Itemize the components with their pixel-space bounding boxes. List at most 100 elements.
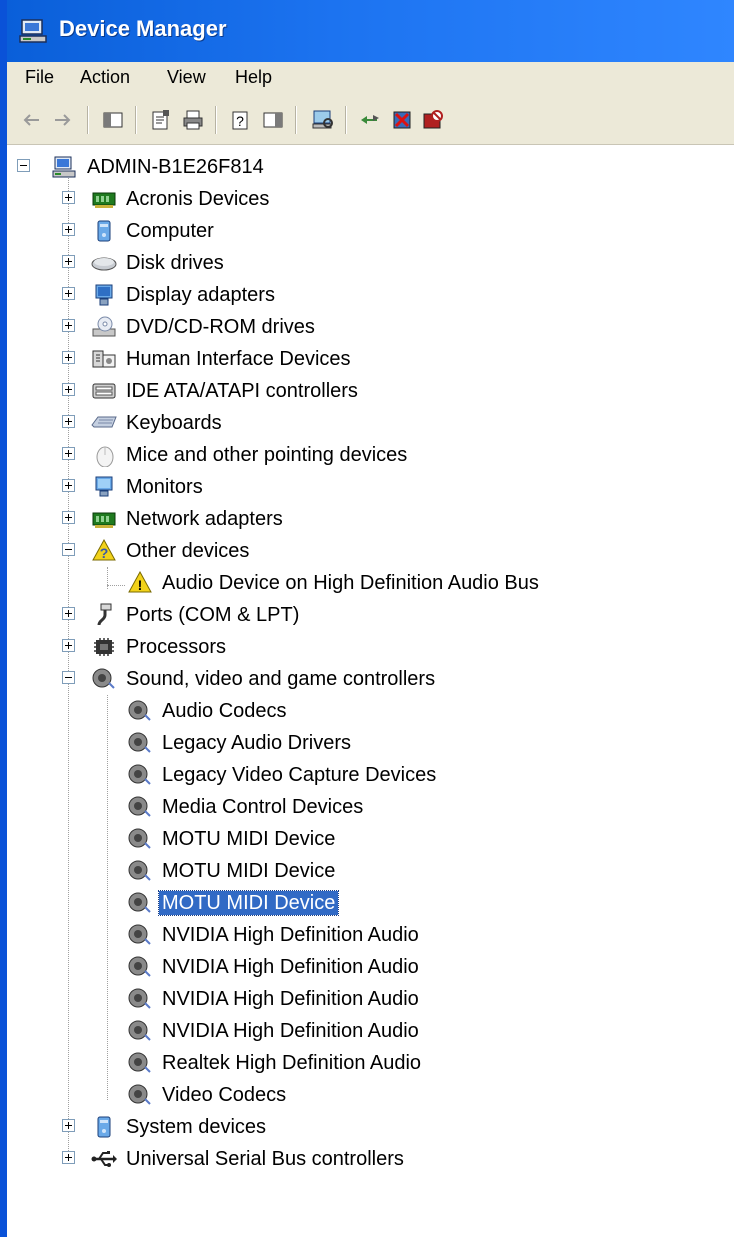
system-devices-icon [97,1116,111,1138]
toolbar-separator [215,106,217,134]
menu-help[interactable]: Help [235,67,272,88]
toolbar-separator [135,106,137,134]
expand-toggle[interactable] [62,607,75,620]
properties-icon[interactable] [149,108,173,132]
menu-action[interactable]: Action [80,67,130,88]
tree-item-audio-codecs[interactable]: Audio Codecs [7,695,727,727]
expand-toggle[interactable] [62,511,75,524]
mouse-icon [96,446,114,467]
forward-arrow-icon[interactable] [51,108,75,132]
tree-item-label-selected: MOTU MIDI Device [157,890,340,916]
tree-item-mice[interactable]: Mice and other pointing devices [7,439,727,471]
device-tree[interactable]: ADMIN-B1E26F814 Acronis Devices Computer… [7,145,734,1237]
tree-item-label: Disk drives [126,252,224,274]
tree-item-processors[interactable]: Processors [7,631,727,663]
expand-toggle[interactable] [62,383,75,396]
window-title: Device Manager [59,16,227,41]
expand-toggle[interactable] [62,319,75,332]
tree-item-other-devices[interactable]: ? Other devices [7,535,727,567]
expand-toggle[interactable] [62,191,75,204]
scan-hardware-icon[interactable] [311,108,335,132]
tree-item-system-devices[interactable]: System devices [7,1111,727,1143]
collapse-toggle[interactable] [62,671,75,684]
tree-item-computer[interactable]: Computer [7,215,727,247]
tree-item-ports[interactable]: Ports (COM & LPT) [7,599,727,631]
uninstall-icon[interactable] [391,108,415,132]
menu-view[interactable]: View [167,67,206,88]
print-icon[interactable] [181,108,205,132]
speaker-icon [128,892,151,913]
menu-file[interactable]: File [25,67,54,88]
tree-item-ide-controllers[interactable]: IDE ATA/ATAPI controllers [7,375,727,407]
tree-item-network-adapters[interactable]: Network adapters [7,503,727,535]
tree-item-motu-midi-3-selected[interactable]: MOTU MIDI Device [7,887,727,919]
speaker-icon [128,764,151,785]
title-bar[interactable]: Device Manager [7,0,734,62]
update-driver-icon[interactable] [359,108,383,132]
network-adapter-icon [92,512,116,528]
tree-item-label: NVIDIA High Definition Audio [162,924,419,946]
tree-item-video-codecs[interactable]: Video Codecs [7,1079,727,1111]
tree-item-disk-drives[interactable]: Disk drives [7,247,727,279]
tree-item-motu-midi-1[interactable]: MOTU MIDI Device [7,823,727,855]
tree-item-label: Other devices [126,540,250,562]
tree-item-label: Video Codecs [162,1084,287,1106]
collapse-toggle[interactable] [62,543,75,556]
svg-text:!: ! [138,577,143,593]
back-arrow-icon[interactable] [19,108,43,132]
expand-toggle[interactable] [62,479,75,492]
tree-root[interactable]: ADMIN-B1E26F814 [7,151,727,183]
tree-item-audio-device-hd-bus[interactable]: ! Audio Device on High Definition Audio … [7,567,727,599]
tree-item-label: MOTU MIDI Device [162,828,336,850]
show-hide-action-pane-icon[interactable] [261,108,285,132]
tree-item-media-control[interactable]: Media Control Devices [7,791,727,823]
expand-toggle[interactable] [62,639,75,652]
tree-item-acronis[interactable]: Acronis Devices [7,183,727,215]
tree-item-label: Realtek High Definition Audio [162,1052,422,1074]
tree-item-label: Computer [126,220,214,242]
monitor-icon [95,476,113,497]
device-manager-icon [19,19,47,43]
tree-item-usb-controllers[interactable]: Universal Serial Bus controllers [7,1143,727,1175]
tree-item-label: Sound, video and game controllers [126,668,436,690]
usb-icon [91,1151,117,1167]
tree-item-monitors[interactable]: Monitors [7,471,727,503]
tree-item-nvidia-hda-4[interactable]: NVIDIA High Definition Audio [7,1015,727,1047]
expand-toggle[interactable] [62,255,75,268]
tree-item-hid[interactable]: Human Interface Devices [7,343,727,375]
tree-item-label: Display adapters [126,284,275,306]
collapse-toggle[interactable] [17,159,30,172]
expand-toggle[interactable] [62,415,75,428]
expand-toggle[interactable] [62,447,75,460]
tree-item-label: Ports (COM & LPT) [126,604,300,626]
tree-item-nvidia-hda-2[interactable]: NVIDIA High Definition Audio [7,951,727,983]
tree-item-nvidia-hda-1[interactable]: NVIDIA High Definition Audio [7,919,727,951]
expand-toggle[interactable] [62,1119,75,1132]
tree-item-label: Audio Device on High Definition Audio Bu… [162,572,539,594]
tree-item-motu-midi-2[interactable]: MOTU MIDI Device [7,855,727,887]
tree-item-sound-video-game[interactable]: Sound, video and game controllers [7,663,727,695]
expand-toggle[interactable] [62,223,75,236]
expand-toggle[interactable] [62,351,75,364]
port-connector-icon [97,603,112,626]
speaker-icon [128,924,151,945]
speaker-icon [128,828,151,849]
tree-root-label: ADMIN-B1E26F814 [87,156,264,178]
tree-item-dvd-drives[interactable]: DVD/CD-ROM drives [7,311,727,343]
tree-item-keyboards[interactable]: Keyboards [7,407,727,439]
expand-toggle[interactable] [62,287,75,300]
tree-item-realtek-hda[interactable]: Realtek High Definition Audio [7,1047,727,1079]
window-left-border [0,0,7,1237]
acronis-icon [92,192,116,208]
help-icon[interactable]: ? [229,108,253,132]
tree-item-legacy-video-capture[interactable]: Legacy Video Capture Devices [7,759,727,791]
tree-item-nvidia-hda-3[interactable]: NVIDIA High Definition Audio [7,983,727,1015]
tree-item-display-adapters[interactable]: Display adapters [7,279,727,311]
disable-icon[interactable] [421,108,445,132]
tree-item-label: Legacy Audio Drivers [162,732,351,754]
speaker-icon [128,700,151,721]
show-hide-console-tree-icon[interactable] [101,108,125,132]
tree-item-legacy-audio-drivers[interactable]: Legacy Audio Drivers [7,727,727,759]
expand-toggle[interactable] [62,1151,75,1164]
hid-icon [92,350,116,368]
